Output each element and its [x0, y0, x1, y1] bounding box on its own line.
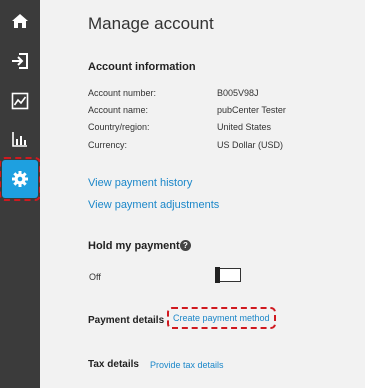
info-label: Country/region: [88, 122, 150, 132]
sign-in-icon [12, 53, 28, 69]
gear-icon [12, 171, 28, 187]
info-value: United States [217, 122, 272, 132]
page-title: Manage account [88, 14, 214, 33]
info-row-currency: Currency: US Dollar (USD) [88, 140, 358, 154]
hold-payment-heading: Hold my payment [88, 240, 180, 252]
create-payment-method-link[interactable]: Create payment method [167, 307, 276, 329]
info-row-account-number: Account number: B005V98J [88, 88, 358, 102]
info-row-country-region: Country/region: United States [88, 122, 358, 136]
info-label: Account number: [88, 88, 157, 98]
view-payment-history-link[interactable]: View payment history [88, 177, 192, 189]
hold-payment-toggle[interactable] [215, 267, 241, 283]
nav-item-reports[interactable] [0, 84, 40, 118]
toggle-thumb[interactable] [215, 267, 220, 283]
view-payment-adjustments-link[interactable]: View payment adjustments [88, 199, 219, 211]
bar-chart-icon [12, 132, 27, 147]
toggle-state-label: Off [89, 272, 101, 282]
info-label: Account name: [88, 105, 149, 115]
info-row-account-name: Account name: pubCenter Tester [88, 105, 358, 119]
nav-rail [0, 0, 41, 388]
account-info-heading: Account information [88, 61, 196, 73]
main-content: Manage account Account information Accou… [40, 0, 365, 388]
tax-details-label: Tax details [88, 359, 139, 370]
nav-item-sign-in[interactable] [0, 44, 40, 78]
help-icon[interactable]: ? [180, 240, 191, 251]
nav-item-settings[interactable] [0, 157, 41, 201]
line-chart-icon [11, 92, 29, 110]
nav-item-home[interactable] [0, 4, 40, 38]
info-value: US Dollar (USD) [217, 140, 284, 150]
payment-details-label: Payment details [88, 315, 165, 326]
provide-tax-details-link[interactable]: Provide tax details [150, 360, 224, 370]
nav-item-analytics[interactable] [0, 122, 40, 156]
info-label: Currency: [88, 140, 128, 150]
home-icon [12, 14, 28, 28]
info-value: B005V98J [217, 88, 259, 98]
info-value: pubCenter Tester [217, 105, 286, 115]
